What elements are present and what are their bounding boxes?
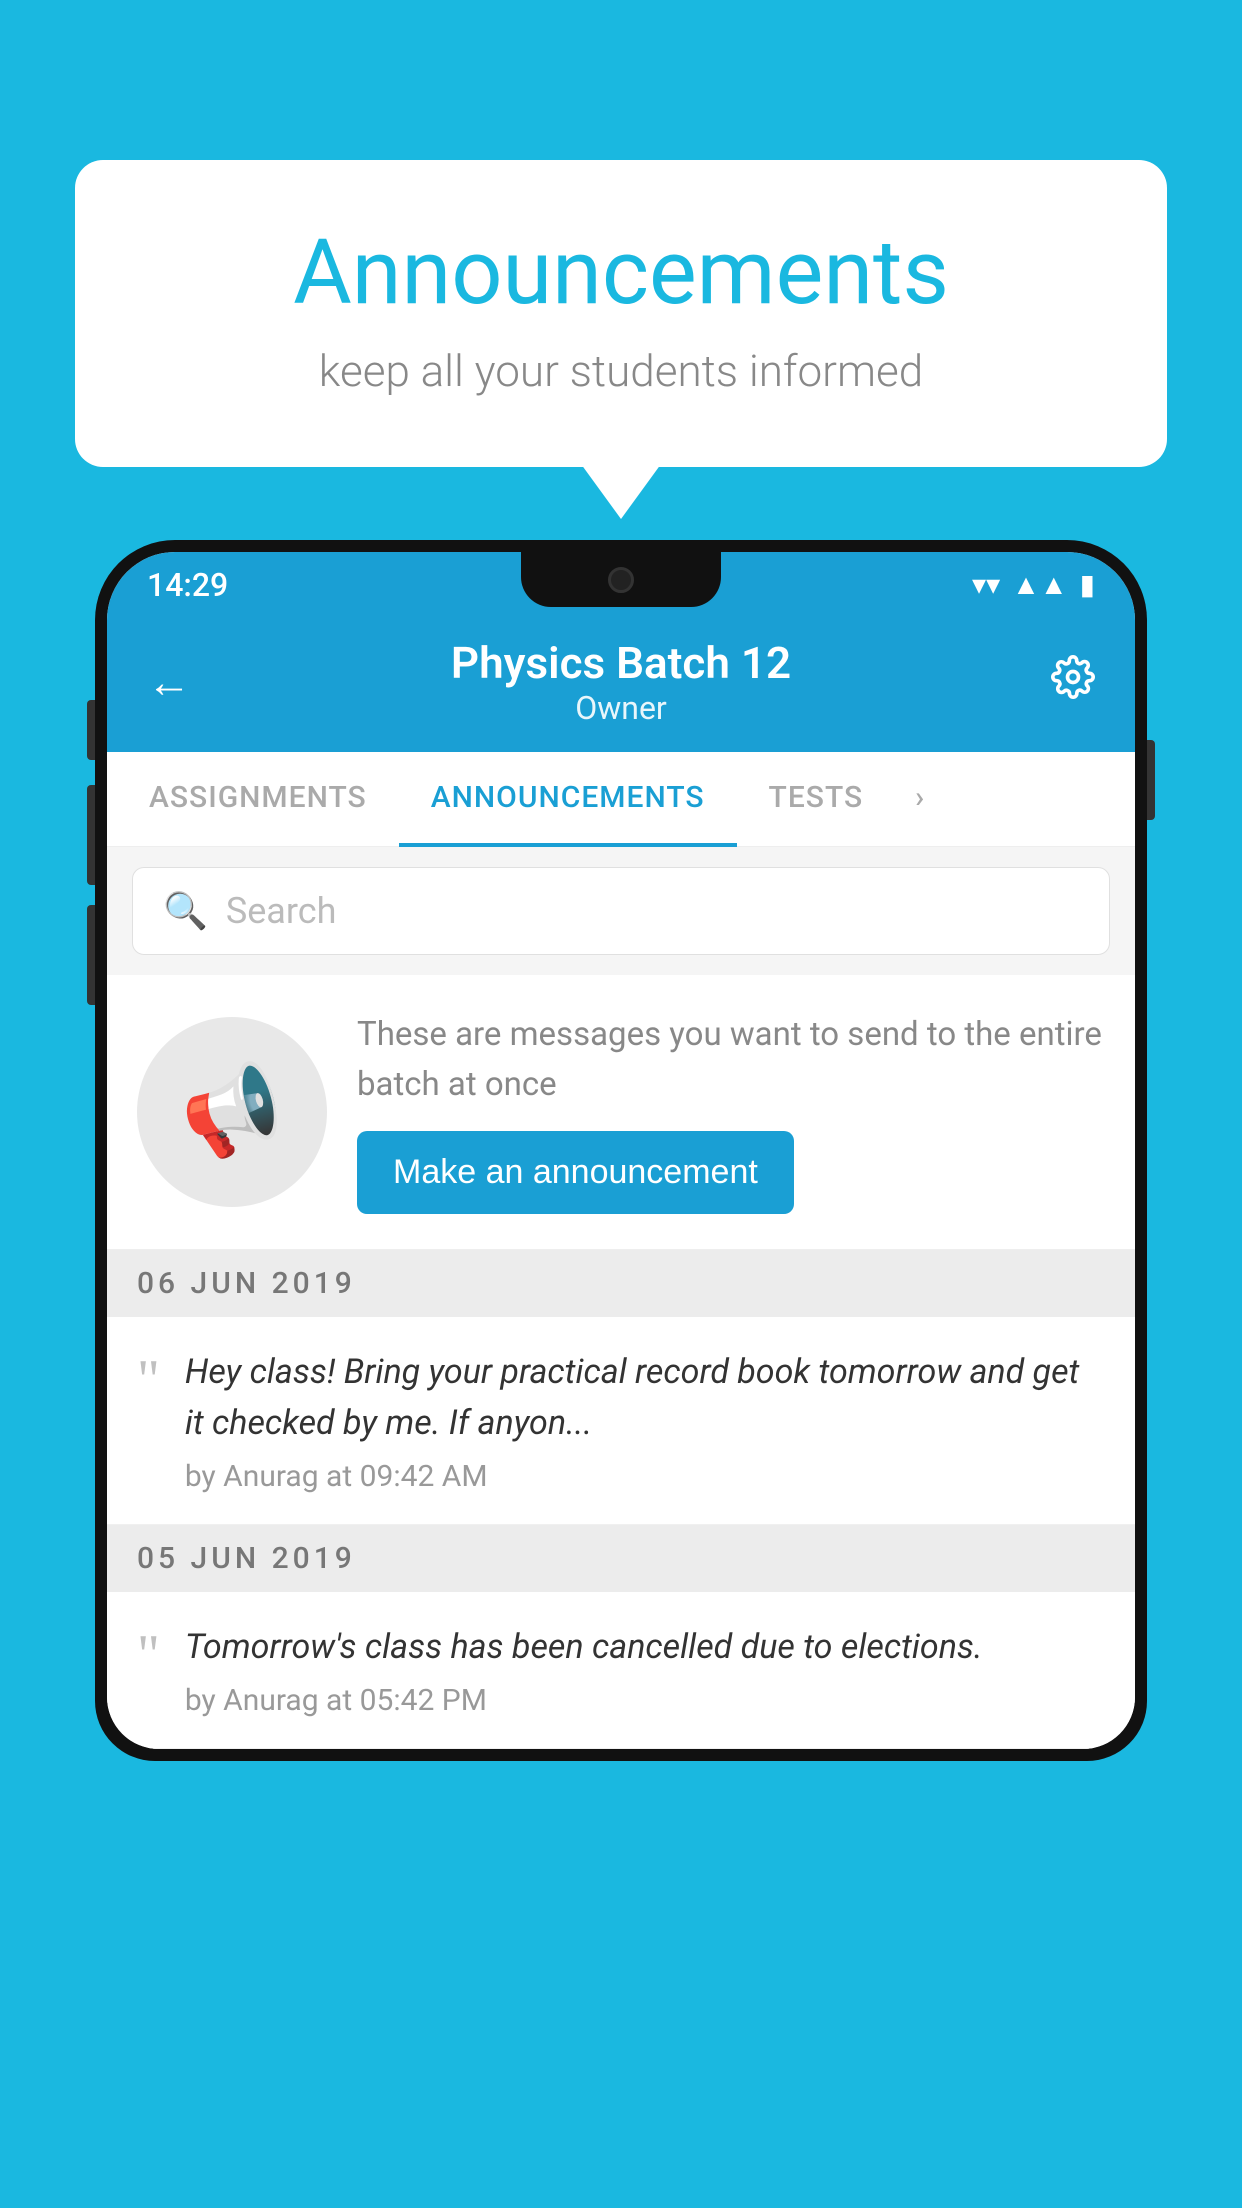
speech-bubble: Announcements keep all your students inf…: [75, 160, 1167, 467]
header-title-group: Physics Batch 12 Owner: [451, 637, 791, 727]
search-icon: 🔍: [163, 890, 208, 932]
batch-title: Physics Batch 12: [451, 637, 791, 689]
search-bar[interactable]: 🔍 Search: [132, 867, 1110, 955]
volume-down-button: [87, 905, 95, 1005]
tab-announcements[interactable]: ANNOUNCEMENTS: [399, 752, 737, 847]
announcement-meta-2: by Anurag at 05:42 PM: [185, 1683, 1105, 1718]
announcement-meta-1: by Anurag at 09:42 AM: [185, 1459, 1105, 1494]
phone-outer: 14:29 ▾▾ ▲▲ ▮ ← Physics Batch 12 Owner: [95, 540, 1147, 1761]
power-button: [1147, 740, 1155, 820]
make-announcement-button[interactable]: Make an announcement: [357, 1131, 794, 1214]
volume-up-button: [87, 785, 95, 885]
announcement-text-1: Hey class! Bring your practical record b…: [185, 1347, 1105, 1449]
back-button[interactable]: ←: [147, 656, 191, 708]
tabs-bar: ASSIGNMENTS ANNOUNCEMENTS TESTS ›: [107, 752, 1135, 847]
announcement-item-1[interactable]: " Hey class! Bring your practical record…: [107, 1317, 1135, 1525]
quote-icon-2: ": [137, 1627, 160, 1683]
announcement-text-2: Tomorrow's class has been cancelled due …: [185, 1622, 1105, 1673]
date-separator-1: 06 JUN 2019: [107, 1250, 1135, 1317]
batch-subtitle: Owner: [451, 689, 791, 727]
announcement-content-1: Hey class! Bring your practical record b…: [185, 1347, 1105, 1494]
status-icons: ▾▾ ▲▲ ▮: [972, 568, 1095, 601]
quote-icon: ": [137, 1352, 160, 1408]
signal-icon: ▲▲: [1012, 568, 1067, 601]
announcement-icon-circle: 📢: [137, 1017, 327, 1207]
announcements-subtitle: keep all your students informed: [155, 345, 1087, 397]
phone-notch: [521, 552, 721, 607]
date-separator-2: 05 JUN 2019: [107, 1525, 1135, 1592]
app-header: ← Physics Batch 12 Owner: [107, 617, 1135, 752]
mute-button: [87, 700, 95, 760]
phone-mockup: 14:29 ▾▾ ▲▲ ▮ ← Physics Batch 12 Owner: [95, 540, 1147, 2208]
wifi-icon: ▾▾: [972, 568, 1000, 601]
promo-description: These are messages you want to send to t…: [357, 1010, 1105, 1109]
announcements-title: Announcements: [155, 220, 1087, 325]
tab-assignments[interactable]: ASSIGNMENTS: [117, 752, 399, 846]
promo-card: 📢 These are messages you want to send to…: [107, 975, 1135, 1250]
tab-tests[interactable]: TESTS: [737, 752, 896, 846]
front-camera: [608, 567, 634, 593]
status-time: 14:29: [147, 566, 228, 604]
settings-button[interactable]: [1051, 655, 1095, 710]
battery-icon: ▮: [1080, 568, 1095, 601]
announcement-content-2: Tomorrow's class has been cancelled due …: [185, 1622, 1105, 1718]
announcement-item-2[interactable]: " Tomorrow's class has been cancelled du…: [107, 1592, 1135, 1749]
megaphone-icon: 📢: [172, 1054, 293, 1171]
tab-more[interactable]: ›: [895, 752, 945, 846]
search-placeholder: Search: [226, 890, 337, 932]
promo-content: These are messages you want to send to t…: [357, 1010, 1105, 1214]
search-container: 🔍 Search: [107, 847, 1135, 975]
speech-bubble-container: Announcements keep all your students inf…: [75, 160, 1167, 467]
phone-screen: 14:29 ▾▾ ▲▲ ▮ ← Physics Batch 12 Owner: [107, 552, 1135, 1749]
